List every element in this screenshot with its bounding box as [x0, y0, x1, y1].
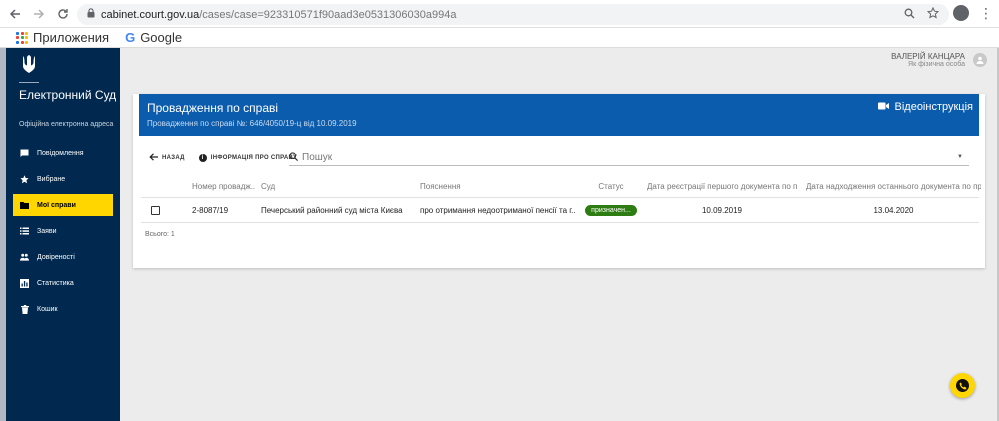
- message-icon: [20, 149, 29, 158]
- cell-court: Печерський районний суд міста Києва: [261, 205, 403, 215]
- url-bar[interactable]: cabinet.court.gov.ua/cases/case=92331057…: [77, 4, 949, 25]
- back-button[interactable]: НАЗАД: [149, 153, 185, 163]
- column-header-first-doc[interactable]: Дата реєстрації першого документа по про…: [647, 176, 797, 197]
- caret-down-icon[interactable]: ▼: [957, 154, 963, 160]
- google-g-icon: G: [125, 30, 136, 45]
- sidebar: Електронний Суд Офіційна електронна адре…: [6, 48, 120, 421]
- sidebar-item-label: Статистика: [37, 279, 74, 287]
- cell-status: призначен...: [581, 198, 641, 222]
- search-field[interactable]: Пошук ▼: [289, 150, 969, 166]
- sidebar-item-trash[interactable]: Кошик: [6, 298, 120, 320]
- video-instruction-button[interactable]: Відеоінструкція: [877, 101, 974, 113]
- column-header-description[interactable]: Пояснення: [420, 176, 576, 197]
- sidebar-item-favorites[interactable]: Вибране: [6, 168, 120, 190]
- row-checkbox[interactable]: [151, 205, 160, 215]
- case-panel: Провадження по справі Провадження по спр…: [133, 94, 985, 268]
- more-vert-icon[interactable]: ⋮: [979, 6, 993, 20]
- phone-icon: [956, 379, 969, 392]
- bookmark-star-icon[interactable]: [926, 6, 940, 22]
- back-label: НАЗАД: [162, 155, 185, 161]
- panel-header: Провадження по справі Провадження по спр…: [139, 94, 979, 136]
- zoom-icon[interactable]: [904, 8, 915, 22]
- sidebar-item-label: Заяви: [37, 227, 57, 235]
- profile-avatar-icon[interactable]: [953, 5, 969, 21]
- sidebar-item-label: Повідомлення: [37, 149, 84, 157]
- search-icon: [289, 151, 299, 164]
- lock-icon: [87, 8, 95, 21]
- video-instruction-label: Відеоінструкція: [894, 101, 974, 113]
- forward-arrow-icon[interactable]: [30, 5, 48, 23]
- brand-title: Електронний Суд: [19, 88, 117, 102]
- bookmark-label: Приложения: [33, 30, 110, 45]
- sidebar-item-label: Довіреності: [37, 253, 75, 261]
- table-header: Номер провадж... Суд Пояснення Статус Да…: [141, 176, 981, 198]
- page-title: Провадження по справі: [147, 101, 279, 115]
- cell-first-doc: 10.09.2019: [701, 205, 743, 215]
- list-icon: [20, 227, 29, 236]
- sidebar-item-label: Вибране: [37, 175, 66, 183]
- people-icon: [20, 253, 29, 262]
- call-button[interactable]: [950, 373, 975, 398]
- sidebar-menu: Повідомлення Вибране Мої справи Заяви До…: [6, 142, 120, 324]
- cell-description: про отримання недоотриманої пенсії та г.…: [420, 205, 576, 215]
- proceedings-table: Номер провадж... Суд Пояснення Статус Да…: [141, 176, 981, 223]
- column-header-status[interactable]: Статус: [581, 176, 641, 197]
- page-subtitle: Провадження по справі №: 646/4050/19-ц в…: [147, 119, 357, 128]
- browser-toolbar: cabinet.court.gov.ua/cases/case=92331057…: [0, 0, 999, 28]
- column-header-last-doc[interactable]: Дата надходження останнього документа по…: [806, 176, 981, 197]
- back-arrow-icon[interactable]: [6, 5, 24, 23]
- table-total: Всього: 1: [145, 231, 175, 238]
- cell-number: 2-8087/19: [192, 205, 229, 215]
- case-toolbar: НАЗАД i ІНФОРМАЦІЯ ПРО СПРАВУ Пошук ▼: [149, 150, 969, 166]
- apps-grid-icon: [16, 31, 28, 44]
- sidebar-item-label: Кошик: [37, 305, 58, 313]
- row-checkbox-cell: [151, 198, 163, 222]
- sidebar-item-applications[interactable]: Заяви: [6, 220, 120, 242]
- url-text: cabinet.court.gov.ua/cases/case=92331057…: [101, 8, 457, 21]
- bookmark-label: Google: [140, 30, 183, 45]
- column-header-number[interactable]: Номер провадж...: [192, 176, 255, 197]
- case-info-button[interactable]: i ІНФОРМАЦІЯ ПРО СПРАВУ: [198, 154, 297, 162]
- brand-divider: [19, 82, 39, 83]
- search-placeholder: Пошук: [302, 152, 333, 163]
- bookmark-google[interactable]: G Google: [125, 30, 182, 45]
- trash-icon: [20, 304, 29, 314]
- trident-logo-icon: [22, 54, 36, 74]
- bookmark-apps[interactable]: Приложения: [16, 30, 109, 45]
- reload-icon[interactable]: [54, 5, 72, 23]
- cell-last-doc: 13.04.2020: [873, 205, 914, 215]
- star-icon: [20, 174, 29, 184]
- user-role: Як фізична особа: [908, 61, 965, 68]
- status-badge: призначен...: [585, 204, 637, 216]
- folder-icon: [20, 201, 29, 210]
- arrow-left-icon: [149, 153, 158, 163]
- column-header-court[interactable]: Суд: [261, 176, 411, 197]
- sidebar-item-messages[interactable]: Повідомлення: [6, 142, 120, 164]
- info-icon: i: [198, 154, 207, 162]
- bookmarks-bar: Приложения G Google: [0, 28, 999, 48]
- case-info-label: ІНФОРМАЦІЯ ПРО СПРАВУ: [210, 155, 297, 161]
- table-row[interactable]: 2-8087/19 Печерський районний суд міста …: [141, 198, 979, 223]
- brand-subtitle: Офіційна електронна адреса: [19, 121, 114, 128]
- sidebar-item-my-cases[interactable]: Мої справи: [13, 194, 113, 216]
- video-camera-icon: [877, 101, 889, 113]
- user-avatar-icon[interactable]: [973, 53, 987, 67]
- sidebar-item-label: Мої справи: [37, 201, 76, 209]
- user-name: ВАЛЕРІЙ КАНЦАРА: [891, 52, 965, 61]
- sidebar-item-statistics[interactable]: Статистика: [6, 272, 120, 294]
- sidebar-item-powers-of-attorney[interactable]: Довіреності: [6, 246, 120, 268]
- user-menu[interactable]: ВАЛЕРІЙ КАНЦАРА Як фізична особа: [891, 52, 987, 68]
- chart-icon: [20, 278, 29, 288]
